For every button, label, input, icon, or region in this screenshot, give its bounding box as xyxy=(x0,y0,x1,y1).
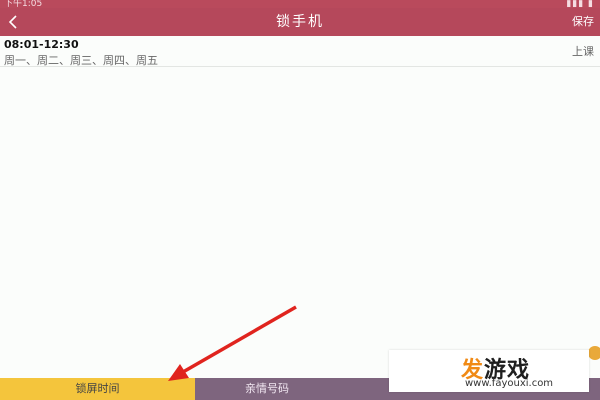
floating-dot xyxy=(588,346,600,360)
watermark: 发游戏 www.fayouxi.com xyxy=(389,350,589,392)
status-bar: 下午1:05 ▮▮▮ ▮ xyxy=(0,0,600,9)
signal-battery-icon: ▮▮▮ ▮ xyxy=(566,0,594,9)
schedule-label: 上课 xyxy=(572,45,594,58)
page-title: 锁手机 xyxy=(276,14,324,30)
schedule-entry[interactable]: 08:01-12:30 周一、周二、周三、周四、周五 上课 xyxy=(0,36,600,67)
status-time: 下午1:05 xyxy=(4,0,43,9)
schedule-days: 周一、周二、周三、周四、周五 xyxy=(4,54,158,67)
title-bar: 锁手机 保存 xyxy=(0,8,600,36)
schedule-time-range: 08:01-12:30 xyxy=(4,38,79,51)
tab-lock-screen-time[interactable]: 锁屏时间 xyxy=(0,378,195,400)
save-button[interactable]: 保存 xyxy=(572,8,594,36)
watermark-url: www.fayouxi.com xyxy=(465,378,554,389)
